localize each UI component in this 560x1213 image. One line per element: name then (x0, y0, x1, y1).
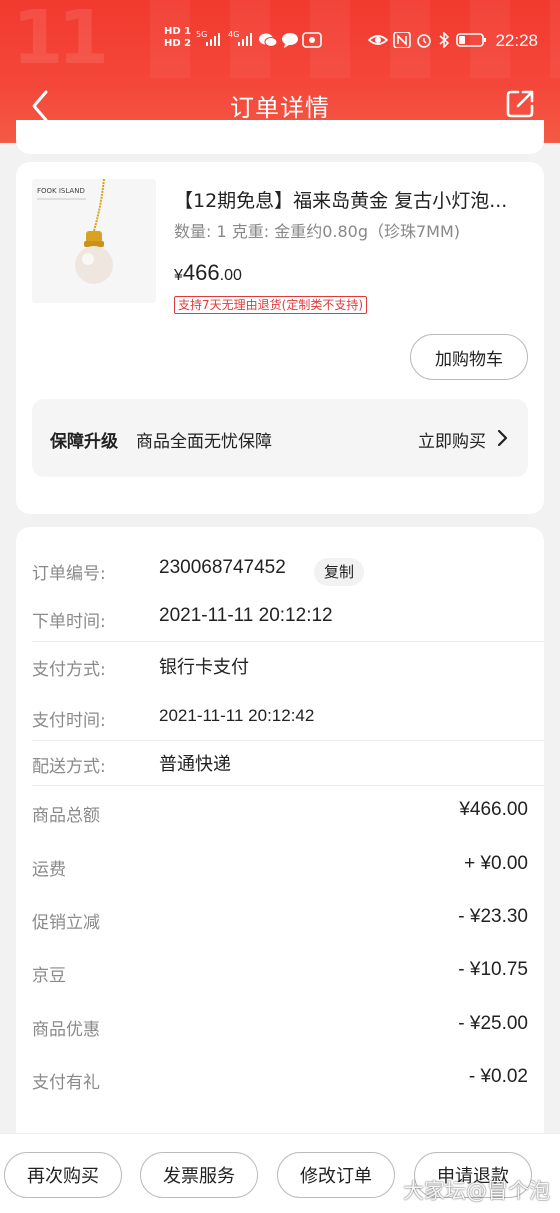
amount-label: 促销立减 (32, 913, 100, 933)
signal-5g-icon: 5G (196, 30, 220, 46)
signal-4g-icon: 4G (228, 30, 252, 46)
wechat-icon (259, 33, 278, 47)
price-decimal: .00 (219, 267, 242, 284)
amount-row: 商品总额 ¥466.00 (16, 789, 544, 835)
order-info-card: 订单编号: 230068747452 复制 下单时间: 2021-11-11 2… (16, 527, 544, 1167)
order-time-label: 下单时间: (32, 612, 106, 632)
product-image[interactable]: FOOK ISLAND (32, 179, 156, 303)
product-spec: 数量: 1 克重: 金重约0.80g（珍珠7MM) (174, 222, 461, 241)
nfc-icon (393, 32, 411, 48)
svg-text:4G: 4G (228, 30, 239, 39)
amount-value: + ¥0.00 (464, 853, 528, 874)
amount-row: 支付有礼 - ¥0.02 (16, 1056, 544, 1102)
sim2-label: HD 2 (164, 38, 192, 49)
guarantee-description: 商品全面无忧保障 (136, 432, 272, 452)
delivery-method-row: 配送方式: 普通快递 (16, 740, 544, 786)
order-time-value: 2021-11-11 20:12:12 (159, 605, 333, 626)
pendant-image: FOOK ISLAND (32, 179, 156, 303)
amount-row: 京豆 - ¥10.75 (16, 949, 544, 995)
order-number-value: 230068747452 (159, 557, 286, 578)
product-price: ¥466.00 (174, 260, 242, 286)
modify-order-button[interactable]: 修改订单 (277, 1152, 395, 1198)
sim1-label: HD 1 (164, 26, 192, 37)
share-icon[interactable] (504, 88, 536, 120)
amount-label: 商品总额 (32, 806, 100, 826)
amount-row: 运费 + ¥0.00 (16, 843, 544, 889)
status-bar: HD 1 HD 2 5G 4G 22:28 (0, 22, 560, 62)
amount-value: ¥466.00 (459, 799, 528, 820)
amount-value: - ¥0.02 (468, 1066, 528, 1087)
sim-indicator: HD 1 HD 2 (164, 26, 191, 50)
divider (32, 641, 544, 642)
return-policy-badge: 支持7天无理由退货(定制类不支持) (174, 296, 367, 314)
previous-section-card (16, 120, 544, 154)
watermark: 大家坛@冒个泡 (403, 1179, 550, 1203)
amount-value: - ¥23.30 (458, 906, 528, 927)
bluetooth-icon (439, 32, 450, 48)
guarantee-buy-link[interactable]: 立即购买 (418, 427, 486, 452)
amount-value: - ¥25.00 (458, 1013, 528, 1034)
amount-row: 商品优惠 - ¥25.00 (16, 1003, 544, 1049)
order-number-label: 订单编号: (32, 564, 106, 584)
delivery-method-label: 配送方式: (32, 757, 106, 777)
add-to-cart-button[interactable]: 加购物车 (410, 334, 528, 380)
amount-value: - ¥10.75 (458, 959, 528, 980)
price-currency: ¥ (174, 267, 183, 284)
payment-method-label: 支付方式: (32, 660, 106, 680)
product-card: FOOK ISLAND 【12期免息】福来岛黄金 复古小灯泡... 数量: 1 … (16, 162, 544, 514)
guarantee-title: 保障升级 (50, 432, 118, 452)
delivery-method-value: 普通快递 (159, 754, 231, 775)
amount-label: 运费 (32, 860, 66, 880)
order-time-row: 下单时间: 2021-11-11 20:12:12 (16, 595, 544, 641)
brand-logo-text: FOOK ISLAND (37, 187, 85, 195)
guarantee-upgrade-banner[interactable]: 保障升级 商品全面无忧保障 立即购买 (32, 399, 528, 477)
svg-text:5G: 5G (196, 30, 207, 39)
battery-icon (456, 33, 486, 47)
amount-label: 京豆 (32, 966, 66, 986)
price-integer: 466 (182, 260, 220, 285)
payment-method-row: 支付方式: 银行卡支付 (16, 643, 544, 689)
payment-time-label: 支付时间: (32, 711, 106, 731)
payment-time-value: 2021-11-11 20:12:42 (159, 706, 315, 725)
app-notification-icon (302, 32, 322, 48)
amount-row: 促销立减 - ¥23.30 (16, 896, 544, 942)
invoice-service-button[interactable]: 发票服务 (140, 1152, 258, 1198)
amount-label: 支付有礼 (32, 1073, 100, 1093)
chevron-right-icon (497, 429, 508, 447)
message-icon (282, 33, 298, 48)
amount-label: 商品优惠 (32, 1020, 100, 1040)
order-number-row: 订单编号: 230068747452 复制 (16, 547, 544, 593)
eye-icon (368, 35, 388, 45)
product-name[interactable]: 【12期免息】福来岛黄金 复古小灯泡... (174, 186, 526, 213)
payment-method-value: 银行卡支付 (159, 657, 249, 678)
payment-time-row: 支付时间: 2021-11-11 20:12:42 (16, 694, 544, 740)
copy-order-number-button[interactable]: 复制 (314, 558, 365, 586)
status-time: 22:28 (495, 31, 538, 50)
rebuy-button[interactable]: 再次购买 (4, 1152, 122, 1198)
page-title: 订单详情 (230, 94, 330, 122)
divider (32, 785, 544, 786)
alarm-icon (417, 34, 431, 48)
